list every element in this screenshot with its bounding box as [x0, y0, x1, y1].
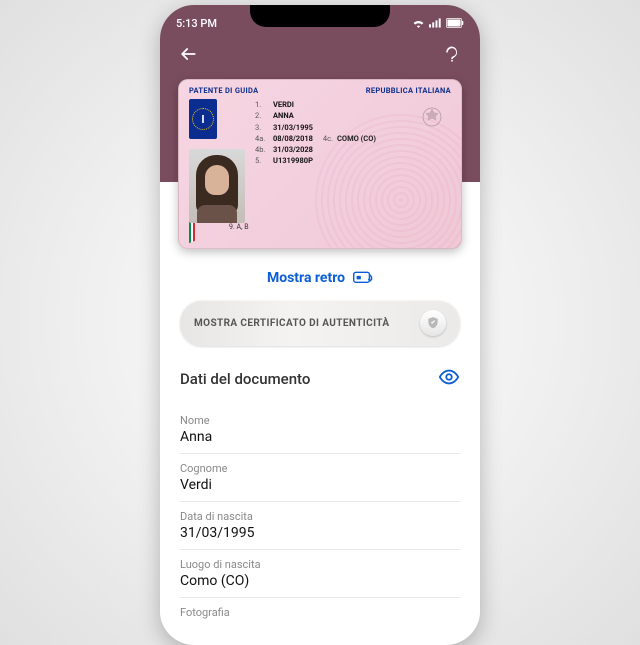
content-area: Mostra retro MOSTRA CERTIFICATO DI AUTEN… — [160, 182, 480, 629]
field-value: Verdi — [180, 477, 460, 493]
question-icon — [442, 44, 462, 64]
field-luogo-nascita: Luogo di nascita Como (CO) — [180, 550, 460, 598]
show-back-label: Mostra retro — [267, 270, 345, 286]
notch — [250, 5, 390, 27]
field-nome: Nome Anna — [180, 406, 460, 454]
back-button[interactable] — [178, 44, 198, 70]
license-title-right: REPUBBLICA ITALIANA — [366, 86, 451, 95]
shield-badge — [420, 310, 446, 336]
cert-label: MOSTRA CERTIFICATO DI AUTENTICITÀ — [194, 318, 389, 329]
show-certificate-button[interactable]: MOSTRA CERTIFICATO DI AUTENTICITÀ — [180, 300, 460, 346]
license-card[interactable]: PATENTE DI GUIDA REPUBBLICA ITALIANA I — [178, 79, 462, 249]
license-fields: 1.VERDI 2.ANNA 3.31/03/1995 4a.08/08/201… — [255, 99, 376, 223]
license-header: PATENTE DI GUIDA REPUBBLICA ITALIANA — [179, 80, 461, 97]
phone-frame: 5:13 PM PATENTE DI GUIDA REPUBBLICA ITAL… — [160, 5, 480, 645]
field-value: Anna — [180, 429, 460, 445]
field-label: Nome — [180, 414, 460, 427]
flip-card-icon — [353, 271, 373, 285]
field-fotografia: Fotografia — [180, 598, 460, 629]
hero-area: PATENTE DI GUIDA REPUBBLICA ITALIANA I — [160, 79, 480, 182]
status-icons — [412, 18, 464, 28]
field-label: Luogo di nascita — [180, 558, 460, 571]
shield-check-icon — [426, 316, 440, 330]
signal-icon — [429, 18, 442, 28]
section-title: Dati del documento — [180, 370, 310, 388]
field-value: Como (CO) — [180, 573, 460, 589]
app-bar — [160, 35, 480, 79]
toggle-visibility-button[interactable] — [438, 366, 460, 392]
field-label: Cognome — [180, 462, 460, 475]
arrow-left-icon — [178, 44, 198, 64]
license-title-left: PATENTE DI GUIDA — [189, 86, 258, 95]
wifi-icon — [412, 18, 425, 28]
field-data-nascita: Data di nascita 31/03/1995 — [180, 502, 460, 550]
field-value: 31/03/1995 — [180, 525, 460, 541]
field-label: Fotografia — [180, 606, 460, 619]
battery-icon — [446, 18, 464, 28]
section-header: Dati del documento — [180, 366, 460, 392]
eye-icon — [438, 366, 460, 388]
help-button[interactable] — [442, 44, 462, 70]
status-time: 5:13 PM — [176, 17, 217, 30]
field-label: Data di nascita — [180, 510, 460, 523]
eu-flag: I — [189, 99, 217, 139]
license-photo — [189, 149, 245, 223]
eu-letter: I — [201, 113, 204, 126]
license-card-wrap: PATENTE DI GUIDA REPUBBLICA ITALIANA I — [178, 79, 462, 249]
field-cognome: Cognome Verdi — [180, 454, 460, 502]
show-back-button[interactable]: Mostra retro — [180, 270, 460, 286]
